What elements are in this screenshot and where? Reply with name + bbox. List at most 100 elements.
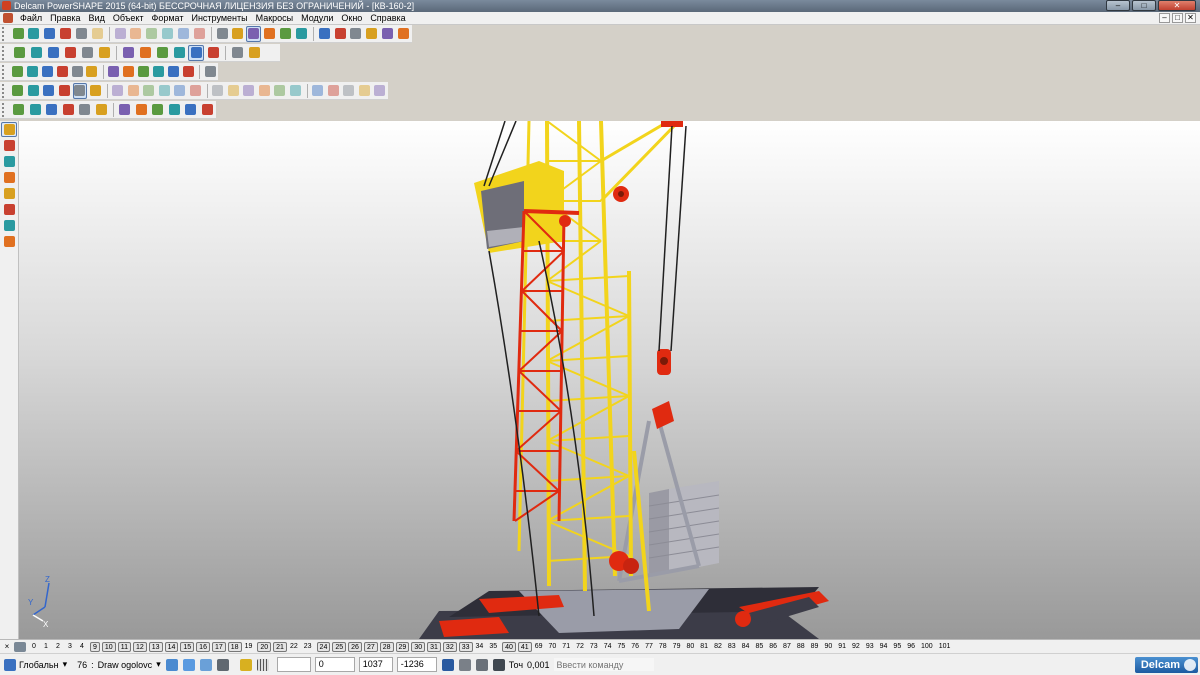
- level-button[interactable]: 41: [517, 641, 532, 652]
- level-button[interactable]: 40: [502, 641, 516, 652]
- dimension-icon[interactable]: [1, 186, 17, 201]
- menu-view[interactable]: Вид: [85, 12, 109, 25]
- level-button[interactable]: 90: [823, 642, 833, 652]
- feature-icon[interactable]: [26, 83, 41, 99]
- workplane-select[interactable]: Глобальн: [19, 660, 59, 670]
- fillet-icon[interactable]: [111, 83, 126, 99]
- level-dropdown-icon[interactable]: ▾: [156, 659, 161, 670]
- close-button[interactable]: ✕: [1158, 0, 1196, 11]
- level-button[interactable]: 3: [66, 642, 74, 652]
- curve-icon[interactable]: [294, 26, 309, 42]
- minimize-button[interactable]: –: [1106, 0, 1130, 11]
- measure-x-icon[interactable]: [1, 154, 17, 169]
- calculator-icon[interactable]: [441, 657, 456, 672]
- graphics-viewport[interactable]: Z Y X: [19, 121, 1200, 639]
- save-as-icon[interactable]: [58, 26, 73, 42]
- level-button[interactable]: 75: [616, 642, 626, 652]
- view-iso-icon[interactable]: [62, 45, 78, 61]
- level-button[interactable]: 32: [442, 641, 457, 652]
- level-bar-close-icon[interactable]: ×: [2, 642, 12, 651]
- view-front-icon[interactable]: [28, 45, 44, 61]
- trash-icon[interactable]: [216, 657, 231, 672]
- snap-icon[interactable]: [165, 657, 180, 672]
- phone-icon[interactable]: [458, 657, 473, 672]
- wireframe-icon[interactable]: [205, 45, 221, 61]
- surface-icon[interactable]: [349, 26, 364, 42]
- circle-icon[interactable]: [278, 26, 293, 42]
- document-icon[interactable]: [3, 13, 13, 23]
- arc-icon[interactable]: [262, 26, 277, 42]
- analysis-icon[interactable]: [77, 102, 93, 118]
- level-button[interactable]: 26: [348, 641, 362, 652]
- level-button[interactable]: 92: [851, 642, 861, 652]
- level-button[interactable]: 12: [132, 641, 147, 652]
- level-button[interactable]: 96: [906, 642, 916, 652]
- command-input[interactable]: [553, 658, 654, 671]
- coord-z-field[interactable]: -1236: [396, 657, 437, 672]
- tb3-grip[interactable]: [2, 64, 7, 79]
- point-icon[interactable]: [1, 218, 17, 233]
- level-button[interactable]: 16: [196, 641, 210, 652]
- level-button[interactable]: 1: [42, 642, 50, 652]
- lightbulb-icon[interactable]: [229, 45, 245, 61]
- coord-y-field[interactable]: 1037: [358, 657, 393, 672]
- level-button[interactable]: 15: [180, 641, 195, 652]
- level-button[interactable]: 35: [488, 642, 498, 652]
- level-button[interactable]: 84: [741, 642, 751, 652]
- level-button[interactable]: 71: [561, 642, 571, 652]
- cut-icon[interactable]: [90, 26, 105, 42]
- select-icon[interactable]: [1, 122, 17, 137]
- level-button[interactable]: 14: [164, 641, 179, 652]
- level-button[interactable]: 28: [379, 641, 394, 652]
- level-button[interactable]: 23: [303, 642, 313, 652]
- coord-x-field[interactable]: 0: [314, 657, 355, 672]
- zoom-icon[interactable]: [120, 45, 136, 61]
- select-mode-icon[interactable]: [246, 25, 262, 42]
- cube-icon[interactable]: [133, 102, 149, 118]
- level-button[interactable]: 27: [363, 641, 378, 652]
- level-button[interactable]: 94: [879, 642, 889, 652]
- copy-icon[interactable]: [113, 26, 128, 42]
- level-button[interactable]: 101: [938, 642, 952, 652]
- shaded-icon[interactable]: [188, 44, 204, 61]
- menu-file[interactable]: Файл: [16, 12, 46, 25]
- loft-icon[interactable]: [226, 83, 241, 99]
- solid-icon[interactable]: [364, 26, 379, 42]
- level-button[interactable]: 77: [644, 642, 654, 652]
- level-button[interactable]: 0: [30, 642, 38, 652]
- arrow-select-icon[interactable]: [122, 64, 136, 80]
- level-button[interactable]: 95: [892, 642, 902, 652]
- tb2-grip[interactable]: [2, 45, 8, 60]
- repair-icon[interactable]: [44, 102, 60, 118]
- level-button[interactable]: 93: [865, 642, 875, 652]
- undo-icon[interactable]: [176, 26, 191, 42]
- level-button[interactable]: 22: [289, 642, 299, 652]
- level-button[interactable]: 79: [672, 642, 682, 652]
- view-side-icon[interactable]: [45, 45, 61, 61]
- view-custom-icon[interactable]: [79, 45, 95, 61]
- menu-tools[interactable]: Инструменты: [187, 12, 251, 25]
- view-top-icon[interactable]: [11, 45, 27, 61]
- doc-restore-button[interactable]: □: [1172, 13, 1183, 23]
- workplane-icon[interactable]: [231, 26, 246, 42]
- menu-edit[interactable]: Правка: [46, 12, 84, 25]
- pan-icon[interactable]: [96, 45, 112, 61]
- level-button[interactable]: 29: [395, 641, 410, 652]
- level-button[interactable]: 31: [427, 641, 441, 652]
- level-button[interactable]: 21: [273, 641, 287, 652]
- level-button[interactable]: 76: [630, 642, 640, 652]
- mirror-icon[interactable]: [288, 83, 303, 99]
- ruler-icon[interactable]: [60, 102, 76, 118]
- tb5-grip[interactable]: [2, 102, 8, 117]
- menu-format[interactable]: Формат: [148, 12, 188, 25]
- level-button[interactable]: 70: [548, 642, 558, 652]
- tb4-grip[interactable]: [2, 83, 8, 98]
- tolerance-icon[interactable]: [492, 657, 507, 672]
- edit-icon[interactable]: [40, 64, 54, 80]
- tolerance-value[interactable]: 0,001: [527, 660, 550, 670]
- level-button[interactable]: 73: [589, 642, 599, 652]
- level-button[interactable]: 78: [658, 642, 668, 652]
- bucket-icon[interactable]: [183, 102, 199, 118]
- measure-y-icon[interactable]: [1, 170, 17, 185]
- doc-minimize-button[interactable]: –: [1159, 13, 1170, 23]
